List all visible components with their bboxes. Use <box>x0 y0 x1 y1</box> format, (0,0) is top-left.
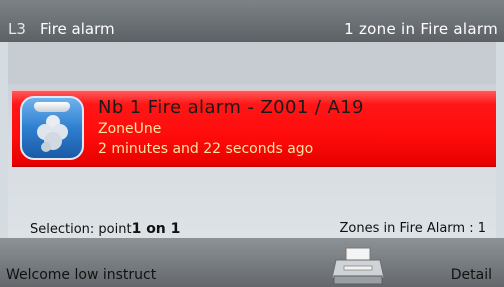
zones-in-alarm-count: Zones in Fire Alarm : 1 <box>339 221 487 236</box>
selection-indicator: Selection: point1 on 1 <box>30 221 180 237</box>
welcome-user-label: Welcome low instruct <box>6 267 157 283</box>
detector-shape <box>34 102 70 112</box>
alarm-zone-name: ZoneUne <box>98 121 162 137</box>
list-top-strip <box>8 42 496 84</box>
alarm-elapsed-time: 2 minutes and 22 seconds ago <box>98 141 314 157</box>
smoke-detector-icon <box>20 96 84 160</box>
alarm-title: Nb 1 Fire alarm - Z001 / A19 <box>98 97 364 118</box>
smoke-cloud-shape <box>37 115 68 152</box>
footer-bar: Welcome low instruct Detail <box>0 238 504 287</box>
alarm-summary: 1 zone in Fire alarm <box>344 20 498 38</box>
alarm-list-panel: Nb 1 Fire alarm - Z001 / A19 ZoneUne 2 m… <box>8 42 496 238</box>
detail-button[interactable]: Detail <box>451 267 492 283</box>
page-title: Fire alarm <box>40 20 115 38</box>
alarm-list-item[interactable]: Nb 1 Fire alarm - Z001 / A19 ZoneUne 2 m… <box>12 89 496 167</box>
printer-icon[interactable] <box>330 246 386 286</box>
selection-label: Selection: point <box>30 222 132 237</box>
access-level: L3 <box>8 20 26 38</box>
header-bar: L3 Fire alarm 1 zone in Fire alarm <box>0 0 504 42</box>
selection-count: 1 on 1 <box>131 221 181 237</box>
